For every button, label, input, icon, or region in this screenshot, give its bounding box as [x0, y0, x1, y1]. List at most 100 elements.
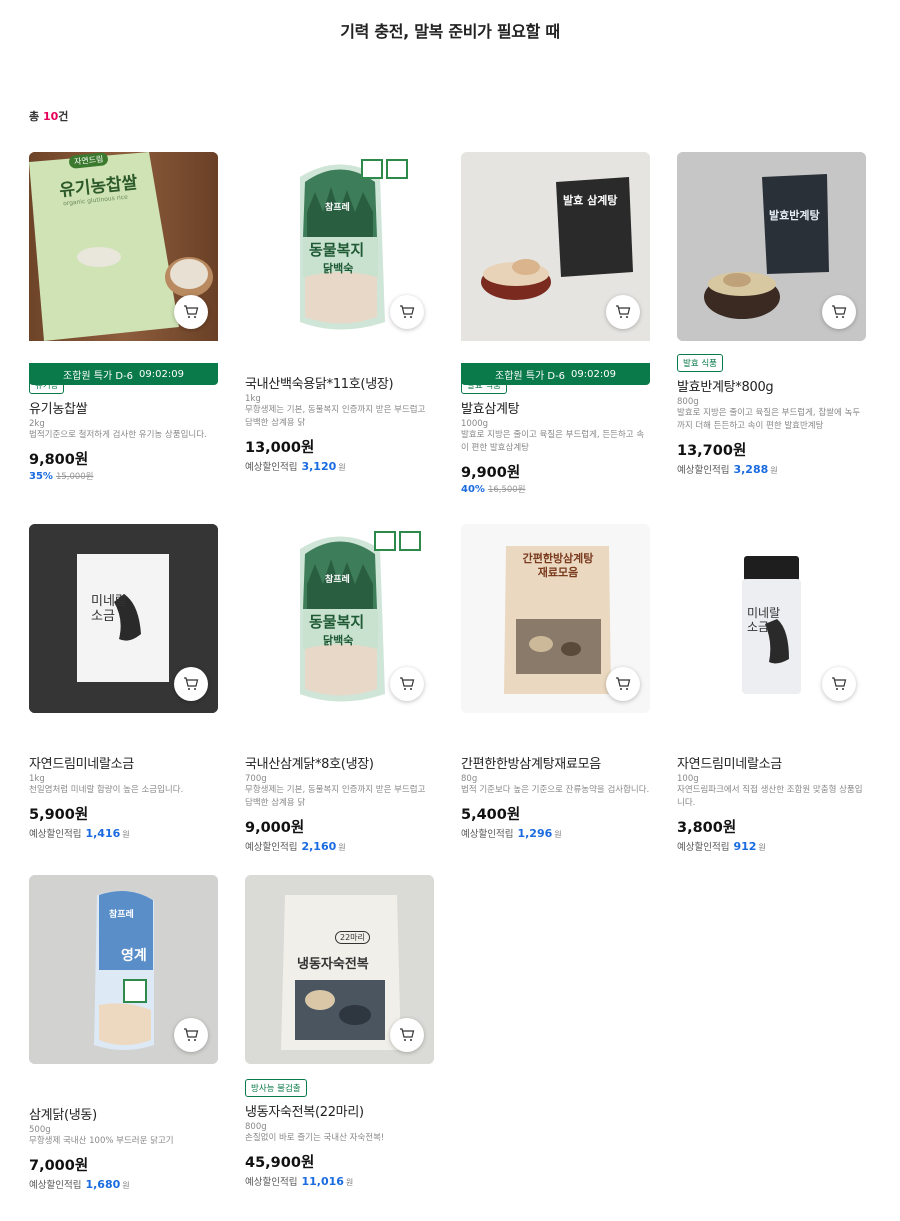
product-name[interactable]: 냉동자숙전복(22마리): [245, 1101, 434, 1120]
product-name[interactable]: 국내산백숙용닭*11호(냉장): [245, 373, 434, 392]
product-badge: 발효 식품: [677, 354, 723, 372]
add-to-cart-button[interactable]: [174, 667, 208, 701]
result-count: 총 10건: [29, 110, 69, 123]
product-name[interactable]: 유기농찹쌀: [29, 398, 218, 417]
product-price: 13,700원: [677, 443, 747, 459]
product-card[interactable]: 간편한방삼계탕 재료모음 간편한한방삼계탕재료모음 80g 법적 기준보다 높은 …: [461, 524, 650, 875]
points-value: 1,416: [85, 827, 121, 840]
product-price: 13,000원: [245, 440, 315, 456]
product-image[interactable]: 유기농찹쌀 자연드림 organic glutinous rice: [29, 152, 218, 341]
package-label: 미네랄 소금: [91, 594, 127, 624]
product-card[interactable]: 참프레 영계 삼계닭(냉동) 500g 무항생제 국내산 100% 부드러운 닭…: [29, 875, 218, 1220]
cart-icon: [400, 1028, 415, 1041]
product-info: 국내산삼계닭*8호(냉장) 700g 무항생제는 기본, 동물복지 인증까지 받…: [245, 713, 434, 853]
cart-icon: [184, 1028, 199, 1041]
product-name[interactable]: 발효반계탕*800g: [677, 376, 866, 395]
product-description: 손질없이 바로 즐기는 국내산 자숙전복!: [245, 1133, 385, 1143]
product-price: 9,000원: [245, 820, 305, 836]
discount-percent: 35%: [29, 471, 53, 482]
add-to-cart-button[interactable]: [174, 295, 208, 329]
product-card[interactable]: 유기농찹쌀 자연드림 organic glutinous rice 조합원 특가…: [29, 152, 218, 524]
product-price: 7,000원: [29, 1158, 89, 1174]
product-image[interactable]: 발효반계탕: [677, 152, 866, 341]
brand-label: 참프레: [325, 575, 350, 585]
product-weight: 1kg: [29, 774, 45, 784]
product-description: 무항생제는 기본, 동물복지 인증까지 받은 부드럽고 담백한 삼계용 닭: [245, 405, 426, 428]
package-label: 냉동자숙전복: [297, 957, 369, 972]
product-image[interactable]: 22마리 냉동자숙전복: [245, 875, 434, 1064]
product-description: 천일염처럼 미네랄 함량이 높은 소금입니다.: [29, 785, 184, 795]
product-name[interactable]: 자연드림미네랄소금: [29, 753, 218, 772]
original-price: 16,500원: [487, 485, 526, 495]
product-image[interactable]: 참프레 영계: [29, 875, 218, 1064]
product-image[interactable]: 미네랄 소금: [677, 524, 866, 713]
special-price-bar: 조합원 특가 D-6 09:02:09: [461, 363, 650, 385]
discount: 35% 15,000원: [29, 470, 218, 482]
product-description: 무항생제는 기본, 동물복지 인증까지 받은 부드럽고 담백한 삼계용 닭: [245, 785, 426, 808]
cart-icon: [400, 305, 415, 318]
product-card[interactable]: 발효반계탕 발효 식품 발효반계탕*800g 800g 발효로 지방은 줄이고 …: [677, 152, 866, 524]
product-description: 발효로 지방은 줄이고 육질은 부드럽게, 찹쌀에 녹두까지 더해 든든하고 속…: [677, 408, 861, 431]
product-info: 간편한한방삼계탕재료모음 80g 법적 기준보다 높은 기준으로 잔류농약을 검…: [461, 713, 650, 840]
package-label: 간편한방삼계탕 재료모음: [522, 552, 594, 579]
product-weight: 700g: [245, 774, 267, 784]
package-label: 발효반계탕: [769, 209, 820, 222]
product-weight: 800g: [245, 1122, 267, 1132]
add-to-cart-button[interactable]: [174, 1018, 208, 1052]
original-price: 15,000원: [55, 472, 94, 482]
cart-icon: [400, 677, 415, 690]
product-description: 법적 기준보다 높은 기준으로 잔류농약을 검사합니다.: [461, 785, 650, 795]
expected-points: 예상할인적립 1,296 원: [461, 827, 562, 840]
package-label: 영계: [121, 948, 147, 964]
add-to-cart-button[interactable]: [606, 667, 640, 701]
product-name[interactable]: 자연드림미네랄소금: [677, 753, 866, 772]
package-label: 동물복지: [309, 241, 365, 259]
product-info: 발효 식품 발효반계탕*800g 800g 발효로 지방은 줄이고 육질은 부드…: [677, 341, 866, 476]
package-sublabel: 닭백숙: [323, 634, 354, 647]
product-price: 5,400원: [461, 807, 521, 823]
product-card[interactable]: 참프레 동물복지 닭백숙 국내산백숙용닭*11호(냉장) 1kg 무항생제는 기…: [245, 152, 434, 524]
expected-points: 예상할인적립 912 원: [677, 840, 766, 853]
product-image[interactable]: 미네랄 소금: [29, 524, 218, 713]
points-value: 3,288: [733, 463, 769, 476]
product-image[interactable]: 참프레 동물복지 닭백숙: [245, 152, 434, 341]
product-price: 5,900원: [29, 807, 89, 823]
add-to-cart-button[interactable]: [822, 667, 856, 701]
product-name[interactable]: 삼계닭(냉동): [29, 1104, 218, 1123]
product-card[interactable]: 참프레 동물복지 닭백숙 국내산삼계닭*8호(냉장) 700g 무항생제는 기본…: [245, 524, 434, 875]
cart-icon: [832, 677, 847, 690]
product-card[interactable]: 발효 삼계탕 조합원 특가 D-6 09:02:09 발효 식품 발효삼계탕 10…: [461, 152, 650, 524]
product-card[interactable]: 미네랄 소금 자연드림미네랄소금 1kg 천일염처럼 미네랄 함량이 높은 소금입…: [29, 524, 218, 875]
expected-points: 예상할인적립 11,016 원: [245, 1175, 354, 1188]
cart-icon: [184, 677, 199, 690]
brand-label: 참프레: [325, 203, 350, 213]
product-info: 삼계닭(냉동) 500g 무항생제 국내산 100% 부드러운 닭고기 7,00…: [29, 1064, 218, 1191]
product-image[interactable]: 참프레 동물복지 닭백숙: [245, 524, 434, 713]
product-image[interactable]: 간편한방삼계탕 재료모음: [461, 524, 650, 713]
product-weight: 1000g: [461, 419, 489, 429]
package-label: 미네랄 소금: [747, 606, 781, 634]
product-name[interactable]: 국내산삼계닭*8호(냉장): [245, 753, 434, 772]
product-info: 국내산백숙용닭*11호(냉장) 1kg 무항생제는 기본, 동물복지 인증까지 …: [245, 363, 434, 473]
product-weight: 500g: [29, 1125, 51, 1135]
add-to-cart-button[interactable]: [390, 1018, 424, 1052]
product-image[interactable]: 발효 삼계탕: [461, 152, 650, 341]
add-to-cart-button[interactable]: [390, 295, 424, 329]
product-description: 자연드림파크에서 직접 생산한 조합원 맞춤형 상품입니다.: [677, 785, 863, 808]
cart-icon: [184, 305, 199, 318]
package-label: 동물복지: [309, 613, 365, 631]
add-to-cart-button[interactable]: [606, 295, 640, 329]
product-price: 9,800원: [29, 452, 89, 468]
add-to-cart-button[interactable]: [822, 295, 856, 329]
expected-points: 예상할인적립 1,416 원: [29, 827, 130, 840]
expected-points: 예상할인적립 3,120 원: [245, 460, 346, 473]
page-title: 기력 충전, 말복 준비가 필요할 때: [340, 22, 560, 41]
product-card[interactable]: 22마리 냉동자숙전복 방사능 불검출 냉동자숙전복(22마리) 800g 손질…: [245, 875, 434, 1220]
points-value: 2,160: [301, 840, 337, 853]
product-card[interactable]: 미네랄 소금 자연드림미네랄소금 100g 자연드림파크에서 직접 생산한 조합원…: [677, 524, 866, 875]
product-name[interactable]: 발효삼계탕: [461, 398, 650, 417]
add-to-cart-button[interactable]: [390, 667, 424, 701]
package-tag: 22마리: [335, 931, 370, 944]
package-sublabel: 닭백숙: [323, 262, 354, 275]
product-name[interactable]: 간편한한방삼계탕재료모음: [461, 753, 650, 772]
